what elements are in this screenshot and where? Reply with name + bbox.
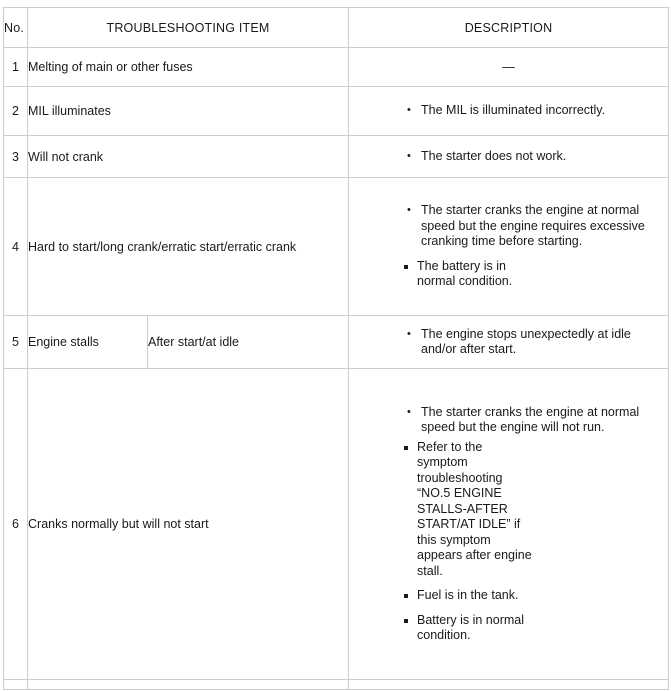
row-item-empty <box>26 679 350 690</box>
column-header-description: DESCRIPTION <box>348 7 670 48</box>
description-bullet-list: The starter cranks the engine at normal … <box>349 202 668 250</box>
row-description: The starter cranks the engine at normal … <box>348 368 670 680</box>
table-row: 5 Engine stalls After start/at idle The … <box>3 315 670 369</box>
row-number: 5 <box>3 315 28 369</box>
row-description: The starter cranks the engine at normal … <box>348 177 670 316</box>
bullet-item: The starter does not work. <box>403 148 653 165</box>
row-description: The engine stops unexpectedly at idle an… <box>348 315 670 369</box>
row-description-empty <box>348 679 670 690</box>
table-body: 1 Melting of main or other fuses — 2 MIL… <box>3 47 670 690</box>
row-description: The MIL is illuminated incorrectly. <box>348 86 670 136</box>
table-header-row: No. TROUBLESHOOTING ITEM DESCRIPTION <box>3 7 670 48</box>
subbullet-item: The battery is in normal condition. <box>401 259 532 290</box>
row-item-label: Engine stalls <box>27 315 148 369</box>
row-number: 4 <box>3 177 28 316</box>
table-row-partial <box>3 679 670 690</box>
empty-dash: — <box>502 60 515 74</box>
row-subitem-label: After start/at idle <box>146 315 350 369</box>
bullet-item: The MIL is illuminated incorrectly. <box>403 102 653 119</box>
row-item-label: MIL illuminates <box>26 86 350 136</box>
row-number: 1 <box>3 47 28 87</box>
row-item-label: Melting of main or other fuses <box>26 47 350 87</box>
description-bullet-list: The MIL is illuminated incorrectly. <box>349 102 668 119</box>
table-row: 3 Will not crank The starter does not wo… <box>3 135 670 178</box>
table-row: 6 Cranks normally but will not start The… <box>3 368 670 680</box>
subbullet-item: Battery is in normal condition. <box>401 613 532 644</box>
row-number: 6 <box>3 368 28 680</box>
subbullet-item: Refer to the symptom troubleshooting “NO… <box>401 440 532 580</box>
table-row: 2 MIL illuminates The MIL is illuminated… <box>3 86 670 136</box>
row-item-label: Hard to start/long crank/erratic start/e… <box>26 177 350 316</box>
troubleshooting-table-page: No. TROUBLESHOOTING ITEM DESCRIPTION 1 M… <box>0 0 671 691</box>
description-bullet-list: The starter cranks the engine at normal … <box>349 404 668 436</box>
row-item-label: Cranks normally but will not start <box>26 368 350 680</box>
row-number: 2 <box>3 86 28 136</box>
description-subbullet-list: Refer to the symptom troubleshooting “NO… <box>349 440 668 644</box>
description-bullet-list: The engine stops unexpectedly at idle an… <box>349 326 668 358</box>
row-item-label: Will not crank <box>26 135 350 178</box>
description-bullet-list: The starter does not work. <box>349 148 668 165</box>
row-description: The starter does not work. <box>348 135 670 178</box>
column-header-troubleshooting-item: TROUBLESHOOTING ITEM <box>26 7 350 48</box>
row-number: 3 <box>3 135 28 178</box>
description-subbullet-list: The battery is in normal condition. <box>349 259 668 290</box>
table-row: 1 Melting of main or other fuses — <box>3 47 670 87</box>
table-row: 4 Hard to start/long crank/erratic start… <box>3 177 670 316</box>
column-header-no: No. <box>3 7 28 48</box>
bullet-item: The starter cranks the engine at normal … <box>403 202 653 250</box>
table-header: No. TROUBLESHOOTING ITEM DESCRIPTION <box>3 7 670 48</box>
subbullet-item: Fuel is in the tank. <box>401 588 532 604</box>
troubleshooting-table: No. TROUBLESHOOTING ITEM DESCRIPTION 1 M… <box>3 7 670 690</box>
row-description: — <box>348 47 670 87</box>
row-number-empty <box>3 679 28 690</box>
bullet-item: The starter cranks the engine at normal … <box>403 404 653 436</box>
bullet-item: The engine stops unexpectedly at idle an… <box>403 326 653 358</box>
